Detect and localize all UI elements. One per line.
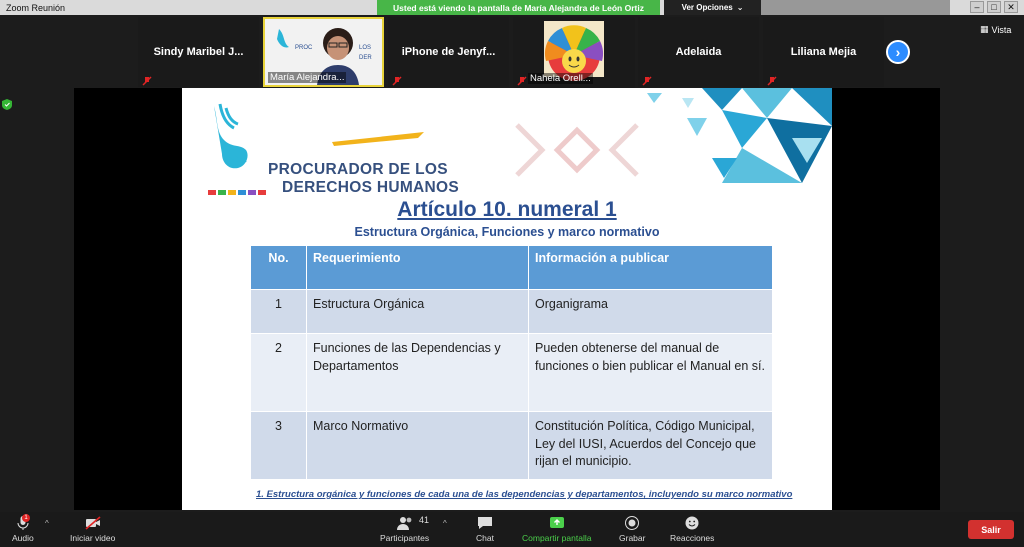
chevron-right-icon: ›	[895, 44, 901, 60]
slide-title: Artículo 10. numeral 1	[397, 198, 617, 221]
mic-muted-icon	[767, 73, 777, 86]
start-video-button[interactable]: Iniciar video	[70, 515, 115, 543]
record-icon	[625, 516, 640, 530]
mic-muted-icon	[142, 73, 152, 86]
column-header-requirement: Requerimiento	[306, 245, 529, 290]
table-row: 2 Funciones de las Dependencias y Depart…	[250, 333, 773, 412]
audio-button[interactable]: 1 Audio	[12, 514, 34, 543]
slide-footnote: 1. Estructura orgánica y funciones de ca…	[256, 489, 793, 500]
zoom-window: Zoom Reunión Usted está viendo la pantal…	[0, 0, 1024, 547]
table-row: 1 Estructura Orgánica Organigrama	[250, 289, 773, 334]
column-header-information: Información a publicar	[528, 245, 773, 290]
svg-text:LOS: LOS	[359, 45, 371, 51]
mic-muted-icon	[642, 73, 652, 86]
window-title: Zoom Reunión	[6, 2, 66, 13]
row-information: Pueden obtenerse del manual de funciones…	[528, 333, 773, 412]
participant-name: Sindy Maribel J...	[153, 46, 244, 58]
participant-tile[interactable]: iPhone de Jenyf...	[388, 17, 509, 87]
next-page-button[interactable]: ›	[886, 40, 910, 64]
participant-strip: Sindy Maribel J... PROC LOS DER María Al…	[138, 17, 884, 88]
audio-badge: 1	[22, 514, 30, 522]
share-screen-label: Compartir pantalla	[522, 533, 592, 543]
video-off-icon	[85, 516, 101, 530]
row-requirement: Estructura Orgánica	[306, 289, 529, 334]
participants-count: 41	[419, 515, 430, 525]
column-header-no: No.	[250, 245, 307, 290]
row-requirement: Marco Normativo	[306, 411, 529, 480]
minimize-icon[interactable]: –	[970, 1, 984, 13]
participant-tile[interactable]: Adelaida	[638, 17, 759, 87]
participants-label: Participantes	[380, 533, 430, 543]
presentation-slide: PROCURADOR DE LOS DERECHOS HUMANOS Artíc…	[182, 88, 832, 510]
share-banner: Usted está viendo la pantalla de María A…	[377, 0, 660, 15]
svg-text:PROC: PROC	[295, 45, 313, 51]
video-label: Iniciar video	[70, 533, 116, 543]
participant-tile-active[interactable]: PROC LOS DER María Alejandra...	[263, 17, 384, 87]
share-screen-button[interactable]: Compartir pantalla	[522, 515, 591, 543]
mic-muted-icon	[517, 73, 527, 86]
logo-text-line2: DERECHOS HUMANOS	[282, 179, 460, 196]
participant-name: iPhone de Jenyf...	[401, 46, 496, 58]
slide-subtitle: Estructura Orgánica, Funciones y marco n…	[354, 225, 660, 239]
share-screen-icon	[549, 517, 564, 528]
chat-label: Chat	[476, 533, 494, 543]
participant-tile[interactable]: Liliana Mejia	[763, 17, 884, 87]
requirements-table: No. Requerimiento Información a publicar…	[250, 245, 773, 480]
view-options-label: Ver Opciones	[681, 3, 733, 12]
row-number: 1	[250, 289, 307, 334]
participants-options-caret[interactable]: ^	[443, 519, 447, 528]
exit-button[interactable]: Salir	[968, 520, 1014, 539]
close-icon[interactable]: ✕	[1004, 1, 1018, 13]
participant-name: Adelaida	[675, 46, 722, 58]
audio-options-caret[interactable]: ^	[45, 519, 49, 528]
shared-screen: PROCURADOR DE LOS DERECHOS HUMANOS Artíc…	[74, 88, 940, 510]
chat-button[interactable]: Chat	[476, 515, 494, 543]
record-button[interactable]: Grabar	[619, 515, 645, 543]
row-requirement: Funciones de las Dependencias y Departam…	[306, 333, 529, 412]
maximize-icon[interactable]: □	[987, 1, 1001, 13]
participants-icon	[396, 517, 411, 530]
chevron-down-icon: ⌄	[736, 3, 744, 12]
record-label: Grabar	[619, 533, 646, 543]
security-shield-icon	[2, 99, 12, 110]
mic-muted-icon	[392, 73, 402, 86]
row-number: 3	[250, 411, 307, 480]
participant-tile[interactable]: Nahela Orell...	[513, 17, 635, 88]
view-options-button[interactable]: Ver Opciones ⌄	[664, 0, 761, 15]
participant-tile[interactable]: Sindy Maribel J...	[138, 17, 259, 87]
row-information: Constitución Política, Código Municipal,…	[528, 411, 773, 480]
participant-name: María Alejandra...	[268, 72, 347, 83]
reactions-label: Reacciones	[670, 533, 715, 543]
row-number: 2	[250, 333, 307, 412]
grid-icon: ▦	[980, 24, 989, 34]
table-row: 3 Marco Normativo Constitución Política,…	[250, 411, 773, 480]
table-header-row: No. Requerimiento Información a publicar	[250, 245, 773, 290]
row-information: Organigrama	[528, 289, 773, 334]
view-button[interactable]: ▦ Vista	[980, 24, 1011, 35]
participant-name: Nahela Orell...	[528, 73, 593, 84]
audio-label: Audio	[12, 533, 34, 543]
chat-icon	[477, 517, 492, 529]
meeting-toolbar: 1 Audio ^ Iniciar video Participantes 41…	[0, 512, 1024, 547]
smiley-icon	[685, 516, 699, 530]
svg-text:DER: DER	[359, 55, 372, 61]
window-controls: – □ ✕	[970, 1, 1018, 13]
participant-name: Liliana Mejia	[790, 46, 857, 58]
background-strip	[760, 0, 950, 15]
logo-text-line1: PROCURADOR DE LOS	[268, 161, 448, 178]
view-label: Vista	[991, 24, 1012, 35]
reactions-button[interactable]: Reacciones	[670, 515, 714, 543]
